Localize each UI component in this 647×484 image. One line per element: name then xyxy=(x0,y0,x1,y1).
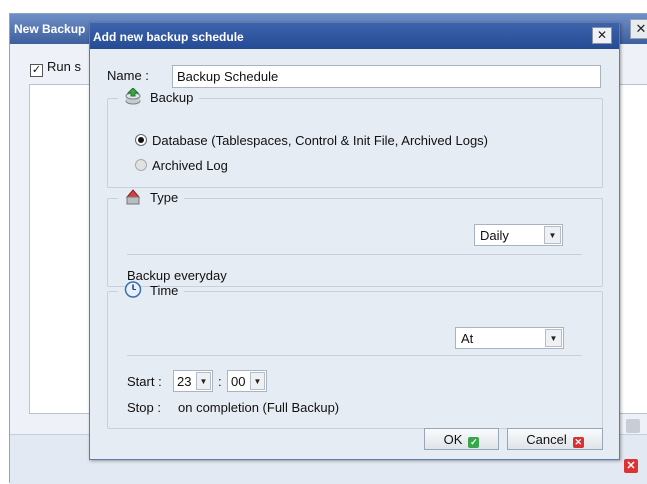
radio-archived-log-label: Archived Log xyxy=(152,158,228,173)
time-divider xyxy=(127,355,582,356)
radio-database-label: Database (Tablespaces, Control & Init Fi… xyxy=(152,133,489,148)
radio-database[interactable]: Database (Tablespaces, Control & Init Fi… xyxy=(135,133,488,148)
type-group: Type Daily ▼ Backup everyday xyxy=(107,188,603,287)
time-legend-label: Time xyxy=(150,283,179,298)
chevron-down-icon[interactable]: ▼ xyxy=(196,372,211,390)
ok-button[interactable]: OK ✓ xyxy=(424,428,499,450)
start-minute-select[interactable]: 00 ▼ xyxy=(227,370,267,392)
start-hour-select[interactable]: 23 ▼ xyxy=(173,370,213,392)
bg-grid-icon xyxy=(626,419,640,433)
backup-legend: Backup xyxy=(118,87,199,108)
stop-value: on completion (Full Backup) xyxy=(178,400,340,415)
time-group: Time At ▼ Start : 23 ▼ : 00 ▼ Stop : on … xyxy=(107,281,603,429)
radio-selected-icon[interactable] xyxy=(135,134,147,146)
backup-legend-label: Backup xyxy=(150,90,194,105)
backup-group: Backup Database (Tablespaces, Control & … xyxy=(107,87,603,188)
type-icon xyxy=(124,188,142,208)
ok-button-label: OK xyxy=(443,432,463,447)
start-hour-value: 23 xyxy=(177,374,192,389)
check-icon[interactable]: ✓ xyxy=(30,64,43,77)
backup-icon xyxy=(124,87,142,108)
dialog-close-button[interactable]: ✕ xyxy=(592,27,612,44)
stop-label: Stop : xyxy=(127,400,161,415)
chevron-down-icon[interactable]: ▼ xyxy=(545,329,562,347)
type-divider xyxy=(127,254,582,255)
name-label: Name : xyxy=(107,68,149,83)
clock-icon xyxy=(124,281,142,301)
close-icon: ✕ xyxy=(572,437,584,448)
type-legend-label: Type xyxy=(150,190,179,205)
time-separator: : xyxy=(218,374,222,389)
bg-run-checkbox[interactable]: ✓ Run s xyxy=(30,59,81,77)
radio-archived-log[interactable]: Archived Log xyxy=(135,158,228,173)
chevron-down-icon[interactable]: ▼ xyxy=(544,226,561,244)
cancel-button-label: Cancel xyxy=(526,432,567,447)
type-legend: Type xyxy=(118,188,184,208)
type-select[interactable]: Daily ▼ xyxy=(474,224,563,246)
bg-close-button[interactable]: ✕ xyxy=(630,19,647,39)
time-legend: Time xyxy=(118,281,184,301)
type-select-value: Daily xyxy=(480,228,509,243)
add-backup-schedule-dialog: Add new backup schedule ✕ Name : Backup … xyxy=(89,22,620,460)
dialog-title: Add new backup schedule xyxy=(90,23,619,49)
chevron-down-icon[interactable]: ▼ xyxy=(250,372,265,390)
check-icon: ✓ xyxy=(468,437,480,448)
cancel-button[interactable]: Cancel ✕ xyxy=(507,428,603,450)
time-mode-select[interactable]: At ▼ xyxy=(455,327,564,349)
start-label: Start : xyxy=(127,374,162,389)
time-mode-value: At xyxy=(461,331,474,346)
bg-cancel-icon[interactable]: ✕ xyxy=(624,459,638,473)
name-input[interactable]: Backup Schedule xyxy=(172,65,601,88)
radio-unselected-icon[interactable] xyxy=(135,159,147,171)
bg-run-label: Run s xyxy=(47,59,81,74)
start-minute-value: 00 xyxy=(231,374,246,389)
